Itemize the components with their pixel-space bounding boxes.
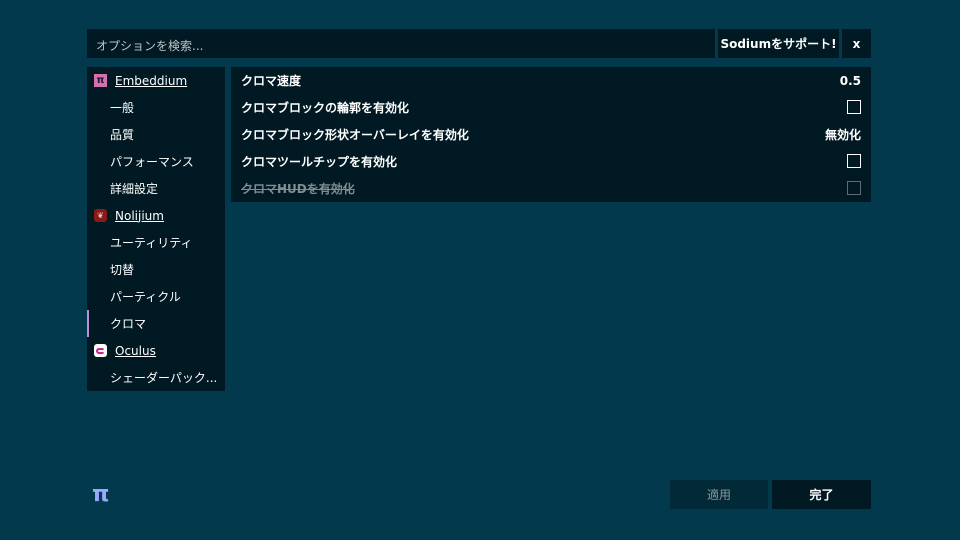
done-button[interactable]: 完了 — [772, 480, 871, 509]
sidebar-item-quality[interactable]: 品質 — [87, 121, 225, 148]
sidebar-item-performance[interactable]: パフォーマンス — [87, 148, 225, 175]
pi-logo-icon: π — [92, 482, 110, 507]
oculus-icon — [94, 344, 107, 357]
option-chroma-hud: クロマHUDを有効化 — [231, 175, 871, 202]
option-chroma-block-outline[interactable]: クロマブロックの輪郭を有効化 — [231, 94, 871, 121]
option-value[interactable]: 無効化 — [825, 121, 861, 148]
options-list: クロマ速度 0.5 クロマブロックの輪郭を有効化 クロマブロック形状オーバーレイ… — [231, 67, 871, 202]
sidebar-item-label: パフォーマンス — [110, 155, 194, 169]
sidebar-item-label: シェーダーパック... — [110, 371, 218, 385]
option-chroma-speed[interactable]: クロマ速度 0.5 — [231, 67, 871, 94]
sidebar: π Embeddium 一般 品質 パフォーマンス 詳細設定 ❦ Nolijiu… — [87, 67, 225, 391]
sidebar-mod-oculus[interactable]: Oculus — [87, 337, 225, 364]
sidebar-item-advanced[interactable]: 詳細設定 — [87, 175, 225, 202]
option-label: クロマ速度 — [241, 74, 302, 88]
pi-icon: π — [94, 74, 107, 87]
option-value[interactable]: 0.5 — [840, 67, 861, 94]
sidebar-item-label: 一般 — [110, 101, 135, 115]
search-input[interactable]: オプションを検索... — [87, 29, 715, 58]
apply-button[interactable]: 適用 — [670, 480, 768, 509]
option-checkbox[interactable] — [847, 100, 861, 114]
sidebar-item-general[interactable]: 一般 — [87, 94, 225, 121]
sidebar-mod-label: Embeddium — [115, 73, 188, 88]
video-settings-screen: オプションを検索... Sodiumをサポート! x π Embeddium 一… — [0, 0, 960, 540]
sidebar-item-label: 切替 — [110, 263, 135, 277]
sidebar-item-label: ユーティリティ — [110, 236, 193, 250]
option-chroma-tooltip[interactable]: クロマツールチップを有効化 — [231, 148, 871, 175]
sidebar-item-label: パーティクル — [110, 290, 181, 304]
option-label: クロマブロックの輪郭を有効化 — [241, 101, 410, 115]
sidebar-mod-label: Nolijium — [115, 208, 164, 223]
sidebar-item-label: 詳細設定 — [110, 182, 159, 196]
sidebar-item-particles[interactable]: パーティクル — [87, 283, 225, 310]
sidebar-mod-embeddium[interactable]: π Embeddium — [87, 67, 225, 94]
option-label: クロマHUDを有効化 — [241, 182, 355, 196]
sidebar-mod-label: Oculus — [115, 343, 156, 358]
support-sodium-button[interactable]: Sodiumをサポート! — [718, 29, 839, 58]
option-chroma-block-shape-overlay[interactable]: クロマブロック形状オーバーレイを有効化 無効化 — [231, 121, 871, 148]
option-checkbox[interactable] — [847, 154, 861, 168]
sidebar-item-utility[interactable]: ユーティリティ — [87, 229, 225, 256]
close-button[interactable]: x — [842, 29, 871, 58]
sidebar-item-label: 品質 — [110, 128, 135, 142]
option-label: クロマブロック形状オーバーレイを有効化 — [241, 128, 469, 142]
option-label: クロマツールチップを有効化 — [241, 155, 398, 169]
option-checkbox — [847, 181, 861, 195]
sidebar-item-chroma[interactable]: クロマ — [87, 310, 225, 337]
sidebar-item-toggles[interactable]: 切替 — [87, 256, 225, 283]
sidebar-mod-nolijium[interactable]: ❦ Nolijium — [87, 202, 225, 229]
sidebar-item-shader-packs[interactable]: シェーダーパック... — [87, 364, 225, 391]
nolijium-icon: ❦ — [94, 209, 107, 222]
sidebar-item-label: クロマ — [110, 317, 147, 331]
